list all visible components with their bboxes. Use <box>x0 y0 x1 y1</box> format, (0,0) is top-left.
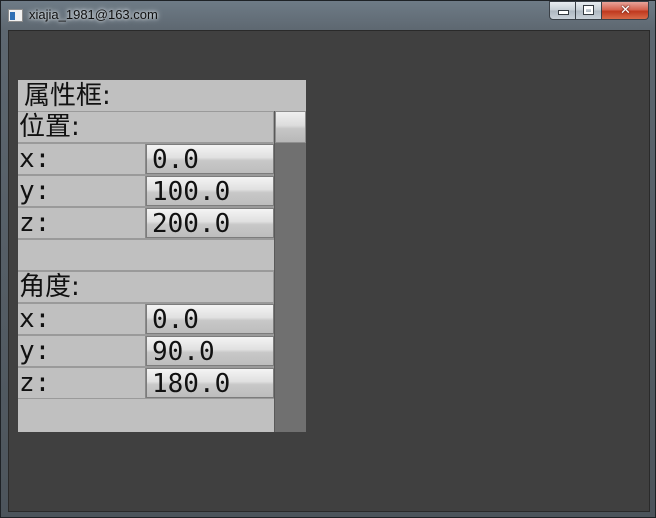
property-row-angle-z: z: 180.0 <box>18 367 274 399</box>
property-list: 位置: x: 0.0 y: 100.0 z: 200.0 角度: x: 0.0 … <box>18 111 274 432</box>
property-label-angle-x: x: <box>19 304 51 334</box>
position-z-field[interactable]: 200.0 <box>146 208 274 238</box>
property-label-cell: z: <box>18 368 146 398</box>
position-x-field[interactable]: 0.0 <box>146 144 274 174</box>
close-icon: ✕ <box>620 3 631 18</box>
property-label-cell: x: <box>18 304 146 334</box>
maximize-button[interactable] <box>576 1 602 20</box>
panel-title: 属性框: <box>24 81 111 111</box>
property-label-cell: y: <box>18 336 146 366</box>
position-z-value: 200.0 <box>152 209 231 238</box>
property-label-position-x: x: <box>19 144 51 174</box>
property-label-position-y: y: <box>19 176 51 206</box>
property-label-angle-z: z: <box>19 368 51 398</box>
vertical-scrollbar[interactable] <box>274 111 306 432</box>
property-panel: 属性框: 位置: x: 0.0 y: 100.0 z: 200.0 角度: x:… <box>18 80 306 432</box>
position-y-field[interactable]: 100.0 <box>146 176 274 206</box>
scrollbar-handle[interactable] <box>275 111 306 143</box>
property-label-cell: x: <box>18 144 146 174</box>
angle-y-field[interactable]: 90.0 <box>146 336 274 366</box>
angle-x-value: 0.0 <box>152 305 199 334</box>
app-window-icon[interactable] <box>8 9 23 22</box>
property-label-cell: z: <box>18 208 146 238</box>
property-row-position-x: x: 0.0 <box>18 143 274 175</box>
section-header-position: 位置: <box>18 111 274 143</box>
property-row-position-y: y: 100.0 <box>18 175 274 207</box>
minimize-icon <box>559 11 568 14</box>
property-label-angle-y: y: <box>19 336 51 366</box>
angle-x-field[interactable]: 0.0 <box>146 304 274 334</box>
section-header-angle: 角度: <box>18 271 274 303</box>
angle-z-field[interactable]: 180.0 <box>146 368 274 398</box>
section-spacer <box>18 239 274 271</box>
property-label-position-z: z: <box>19 208 51 238</box>
property-row-angle-y: y: 90.0 <box>18 335 274 367</box>
close-button[interactable]: ✕ <box>602 1 649 20</box>
property-row-position-z: z: 200.0 <box>18 207 274 239</box>
section-label-position: 位置: <box>19 112 80 142</box>
property-row-angle-x: x: 0.0 <box>18 303 274 335</box>
minimize-button[interactable] <box>549 1 576 20</box>
angle-y-value: 90.0 <box>152 337 215 366</box>
caption-buttons: ✕ <box>549 1 649 20</box>
property-label-cell: y: <box>18 176 146 206</box>
maximize-icon <box>584 6 593 14</box>
window-title: xiajia_1981@163.com <box>29 7 158 22</box>
section-label-angle: 角度: <box>19 272 80 302</box>
position-x-value: 0.0 <box>152 145 199 174</box>
angle-z-value: 180.0 <box>152 369 231 398</box>
position-y-value: 100.0 <box>152 177 231 206</box>
title-bar[interactable]: xiajia_1981@163.com ✕ <box>1 1 655 29</box>
